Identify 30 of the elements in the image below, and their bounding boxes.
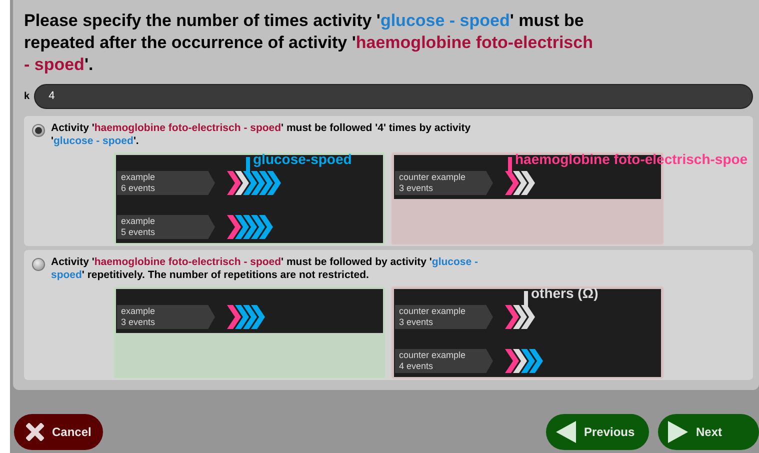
- event-count: 3 events: [399, 183, 434, 194]
- cancel-button[interactable]: Cancel: [14, 414, 103, 450]
- trace-title: example: [121, 306, 156, 317]
- marker-bar: [524, 291, 528, 309]
- close-icon: [26, 423, 44, 441]
- question-text: Please specify the number of times activity 'glucose - spoed' must be repeated after the occurrence of activity 'haemoglobine foto-electrisch - spoed'.: [24, 10, 594, 76]
- trace-title: counter example: [399, 350, 467, 361]
- option-text: Activity 'haemoglobine foto-electrisch - spoed' must be followed '4' times by activity 'glucose - spoed'.: [51, 122, 472, 148]
- marker-bar: [246, 157, 250, 175]
- annotation-label: others (Ω): [531, 285, 598, 301]
- trace-title: counter example: [399, 306, 467, 317]
- radio-button[interactable]: [32, 258, 45, 271]
- event-count: 4 events: [399, 361, 434, 372]
- event-count: 3 events: [121, 317, 156, 328]
- left-triangle-icon: [556, 421, 576, 443]
- event-count: 5 events: [121, 227, 156, 238]
- option-text: Activity 'haemoglobine foto-electrisch - spoed' must be followed by activity 'glucose - spoed' repetitively. The number of repetitions are not restricted.: [51, 256, 479, 282]
- marker-bar: [508, 157, 512, 175]
- radio-button[interactable]: [32, 124, 45, 137]
- trace-title: counter example: [399, 172, 467, 183]
- annotation-label: glucose-spoed: [253, 151, 352, 167]
- previous-button[interactable]: Previous: [546, 414, 649, 450]
- event-count: 3 events: [399, 317, 434, 328]
- right-triangle-icon: [668, 421, 688, 443]
- trace-title: example: [121, 216, 156, 227]
- field-label: k: [24, 90, 30, 104]
- next-button[interactable]: Next: [658, 414, 759, 450]
- event-count: 6 events: [121, 183, 156, 194]
- k-input-field[interactable]: 4: [34, 84, 753, 109]
- trace-title: example: [121, 172, 156, 183]
